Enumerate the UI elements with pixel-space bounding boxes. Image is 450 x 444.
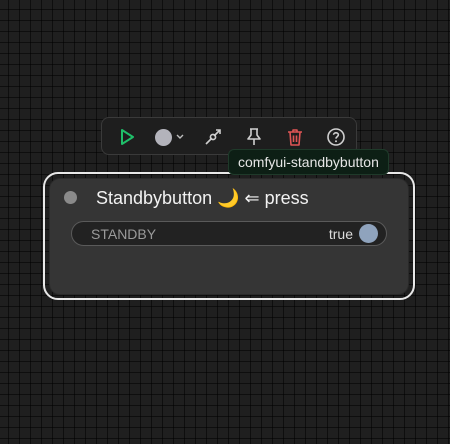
widget-value: true bbox=[328, 226, 353, 242]
bypass-button[interactable] bbox=[199, 118, 227, 156]
bypass-icon bbox=[205, 129, 221, 145]
node-header[interactable]: Standbybutton 🌙 ⇐ press bbox=[50, 179, 408, 217]
play-icon bbox=[121, 129, 134, 145]
color-button[interactable] bbox=[152, 118, 188, 156]
graph-canvas[interactable]: Standbybutton 🌙 ⇐ press STANDBY true com… bbox=[0, 0, 450, 444]
node-title: Standbybutton 🌙 ⇐ press bbox=[96, 188, 309, 208]
pin-icon bbox=[247, 128, 261, 145]
standby-toggle[interactable]: STANDBY true bbox=[71, 221, 387, 246]
node-source-badge: comfyui-standbybutton bbox=[228, 149, 389, 175]
widget-label: STANDBY bbox=[91, 226, 157, 242]
run-button[interactable] bbox=[114, 118, 140, 156]
trash-icon bbox=[288, 129, 302, 146]
help-icon bbox=[327, 128, 345, 146]
chevron-down-icon bbox=[176, 134, 184, 139]
collapse-dot-icon[interactable] bbox=[64, 191, 77, 204]
toggle-knob-icon[interactable] bbox=[359, 224, 378, 243]
standbybutton-node[interactable]: Standbybutton 🌙 ⇐ press STANDBY true bbox=[50, 179, 408, 294]
color-picker-icon bbox=[155, 128, 172, 146]
